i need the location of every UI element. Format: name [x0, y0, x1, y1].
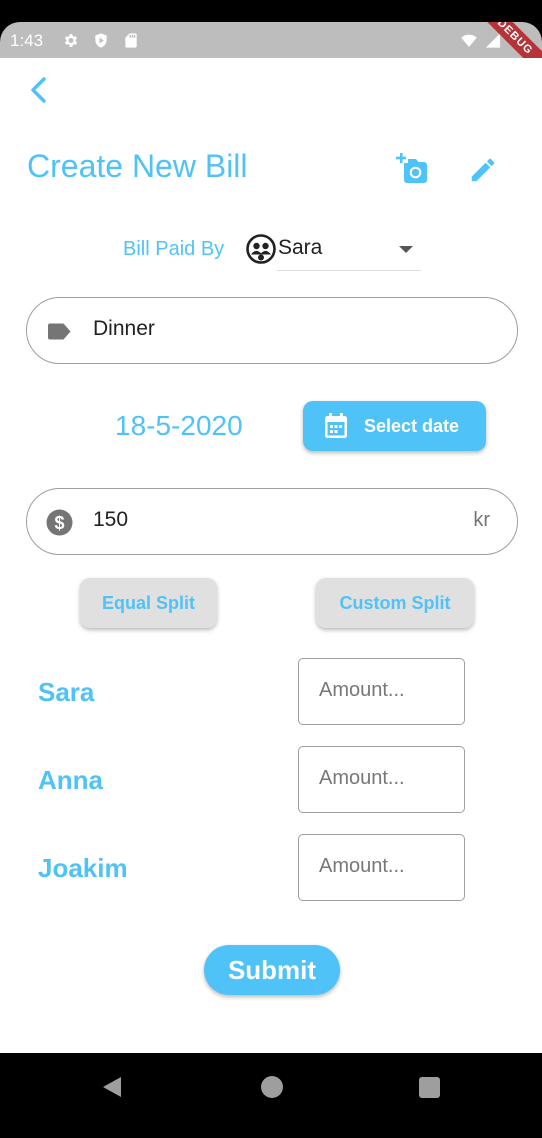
participant-name: Anna — [38, 765, 103, 795]
currency-suffix: kr — [473, 509, 490, 531]
edit-pencil-icon[interactable] — [468, 155, 498, 185]
calendar-icon — [325, 413, 347, 438]
bill-name-value: Dinner — [93, 317, 155, 340]
participant-name: Sara — [38, 677, 95, 707]
submit-button[interactable]: Submit — [204, 945, 340, 995]
amount-field[interactable]: $ 150 kr — [26, 488, 518, 555]
settings-icon — [64, 34, 78, 47]
dropdown-arrow-icon — [399, 246, 413, 253]
paid-by-selected-value: Sara — [278, 236, 323, 259]
arrow-back-icon — [31, 77, 46, 103]
selected-date: 18-5-2020 — [115, 410, 243, 441]
amount-value: 150 — [93, 508, 129, 531]
select-date-button[interactable]: Select date — [303, 401, 486, 451]
dollar-circle-icon: $ — [46, 509, 73, 536]
phone-screen: 1:43 DEBUG Create New Bill Bill Paid By … — [0, 0, 542, 1138]
custom-split-button[interactable]: Custom Split — [316, 578, 474, 628]
status-bar: 1:43 DEBUG — [0, 22, 542, 58]
nav-back-icon[interactable] — [101, 1075, 123, 1099]
bill-paid-by-label: Bill Paid By — [123, 238, 225, 260]
back-button[interactable] — [22, 74, 54, 106]
create-bill-page: Create New Bill Bill Paid By Sara Dinner… — [0, 58, 542, 1053]
paid-by-dropdown[interactable]: Sara — [277, 230, 421, 271]
participant-name: Joakim — [38, 853, 128, 883]
group-avatar-icon — [246, 234, 276, 264]
nav-home-icon[interactable] — [261, 1076, 283, 1098]
shield-icon — [95, 33, 107, 48]
system-nav-bar — [0, 1053, 542, 1118]
sd-card-icon — [125, 33, 137, 48]
page-title: Create New Bill — [27, 148, 248, 184]
nav-recents-icon[interactable] — [419, 1077, 440, 1098]
status-time: 1:43 — [10, 31, 44, 50]
wifi-icon — [461, 34, 477, 47]
participant-amount-input[interactable]: Amount... — [298, 834, 465, 901]
participant-amount-input[interactable]: Amount... — [298, 658, 465, 725]
equal-split-button[interactable]: Equal Split — [80, 578, 217, 628]
participant-amount-input[interactable]: Amount... — [298, 746, 465, 813]
svg-text:$: $ — [54, 513, 64, 533]
status-icons-left — [62, 32, 140, 49]
add-a-photo-icon[interactable] — [395, 151, 433, 185]
label-tag-icon — [48, 323, 71, 340]
select-date-label: Select date — [364, 416, 460, 436]
bill-name-field[interactable]: Dinner — [26, 297, 518, 364]
